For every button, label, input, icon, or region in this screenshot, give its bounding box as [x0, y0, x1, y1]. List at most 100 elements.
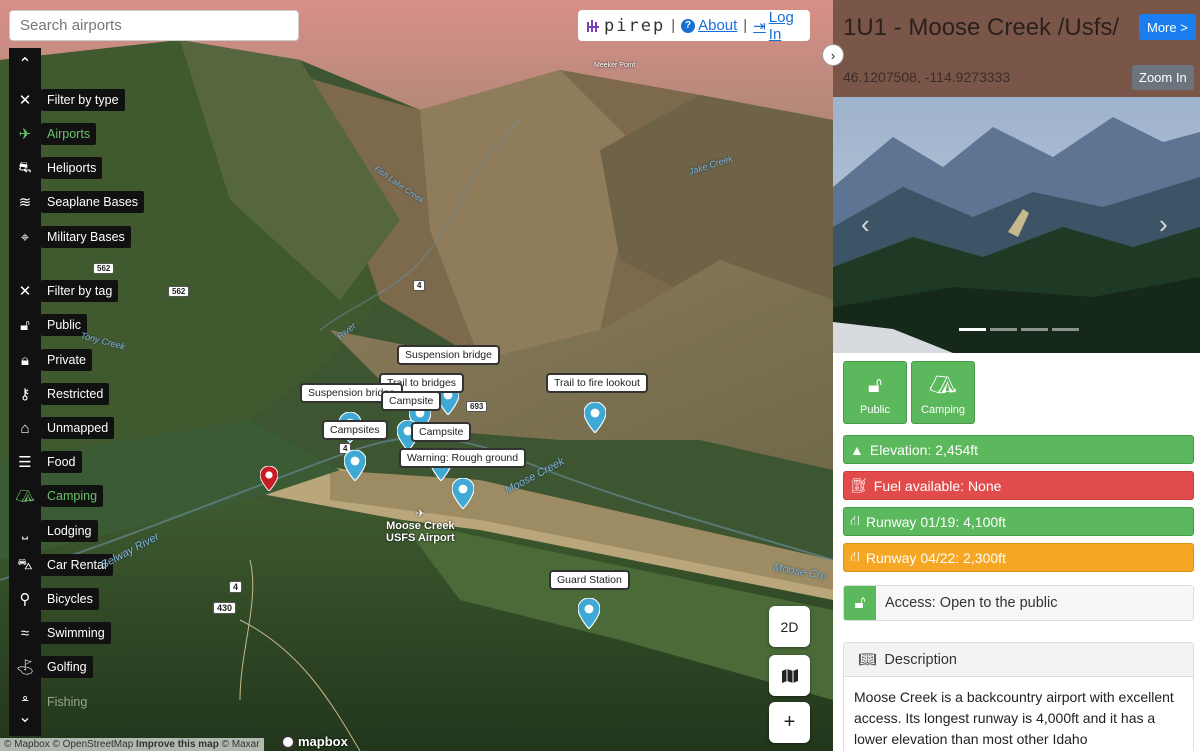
map-attribution: © Mapbox © OpenStreetMap Improve this ma… — [0, 738, 264, 751]
filter-military-bases[interactable]: ⌖ Military Bases — [9, 224, 131, 250]
view-mode-button[interactable]: 2D — [769, 606, 810, 647]
helicopter-icon: ⛐ — [18, 158, 32, 176]
filter-car-rental[interactable]: ⛍ Car Rental — [9, 552, 113, 578]
gas-pump-icon: ⛽︎ — [850, 477, 868, 493]
filter-food[interactable]: ☰ Food — [9, 449, 82, 475]
unlock-icon: 🔓︎ — [20, 316, 30, 334]
scroll-down-button[interactable]: ⌄ — [9, 701, 41, 733]
airport-label[interactable]: ✈ Moose Creek USFS Airport — [386, 508, 455, 544]
filter-private[interactable]: 🔒︎ Private — [9, 347, 92, 373]
map-style-button[interactable] — [769, 655, 810, 696]
chevron-up-icon: ⌃ — [18, 56, 32, 73]
zoom-in-button[interactable]: + — [769, 702, 810, 743]
tag-public[interactable]: 🔓︎ Public — [843, 361, 907, 424]
filter-swimming[interactable]: ≈ Swimming — [9, 620, 111, 646]
improve-map-link[interactable]: Improve this map — [136, 739, 219, 750]
map-marker-label[interactable]: Campsites — [322, 420, 388, 440]
panel-header: 1U1 - Moose Creek /Usfs/ More > 46.12075… — [833, 0, 1200, 97]
runway-stat: ⛙ Runway 04/22: 2,300ft — [843, 543, 1194, 572]
mountain-icon: ▲ — [850, 441, 864, 458]
runway-stat: ⛙ Runway 01/19: 4,100ft — [843, 507, 1194, 536]
filter-camping[interactable]: ⛺︎ Camping — [9, 483, 104, 509]
carousel-indicators[interactable] — [959, 328, 1079, 331]
airport-coordinates: 46.1207508, -114.9273333 — [843, 69, 1011, 85]
elevation-stat: ▲ Elevation: 2,454ft — [843, 435, 1194, 464]
filter-label: Fishing — [47, 695, 88, 709]
tag-label: Camping — [920, 404, 966, 416]
about-link[interactable]: ? About — [681, 17, 737, 34]
login-label: Log In — [768, 8, 794, 43]
map-marker-label[interactable]: Guard Station — [549, 570, 630, 590]
filter-bicycles[interactable]: ⚲ Bicycles — [9, 586, 99, 612]
brand-name: pirep — [604, 15, 666, 36]
road-icon: ⛙ — [850, 512, 860, 528]
description-title: Description — [884, 651, 957, 668]
mapbox-logo-text: mapbox — [298, 734, 348, 749]
access-info: 🔓︎ Access: Open to the public — [843, 585, 1194, 621]
zoom-in-airport-button[interactable]: Zoom In — [1132, 65, 1194, 90]
divider: | — [671, 17, 676, 34]
mapbox-logo[interactable]: mapbox — [281, 734, 348, 749]
map-pin-icon[interactable] — [583, 401, 607, 438]
golf-icon: ⛳︎ — [15, 659, 35, 676]
filter-label: Restricted — [41, 383, 110, 405]
bicycle-icon: ⚲ — [19, 591, 31, 608]
filter-label: Food — [41, 451, 82, 473]
attrib-mapbox[interactable]: © Mapbox — [4, 739, 50, 750]
indicator[interactable] — [959, 328, 986, 331]
filter-golfing[interactable]: ⛳︎ Golfing — [9, 654, 93, 680]
carousel-next-icon[interactable]: › — [1159, 209, 1168, 240]
filter-public[interactable]: 🔓︎ Public — [9, 312, 88, 338]
lock-icon: 🔒︎ — [21, 351, 29, 369]
airport-photo-carousel[interactable]: ‹ › — [833, 97, 1200, 353]
map-pin-icon[interactable] — [577, 597, 601, 634]
more-button[interactable]: More > — [1139, 14, 1196, 40]
road-shield: 562 — [168, 286, 190, 297]
description-header: 📖︎ Description — [844, 643, 1193, 677]
map-marker-label[interactable]: Trail to fire lookout — [546, 373, 648, 393]
map-marker-label[interactable]: Suspension bridge — [397, 345, 500, 365]
map-pin-icon[interactable] — [451, 477, 475, 514]
filter-seaplane-bases[interactable]: ≋ Seaplane Bases — [9, 189, 145, 215]
airport-photo — [833, 97, 1200, 353]
scroll-up-button[interactable]: ⌃ — [9, 48, 41, 80]
view-mode-label: 2D — [780, 618, 799, 635]
indicator[interactable] — [1021, 328, 1048, 331]
map-marker-label[interactable]: Campsite — [381, 391, 442, 411]
map-view[interactable]: pirep | ?About | ⇥Log In ⌃ ✕ Filter by ty… — [0, 0, 833, 751]
filter-restricted[interactable]: ⚷ Restricted — [9, 381, 110, 407]
filter-filter-by-tag[interactable]: ✕ Filter by tag — [9, 278, 119, 304]
book-icon: 📖︎ — [858, 652, 877, 668]
filter-lodging[interactable]: ⎵ Lodging — [9, 518, 98, 544]
attrib-osm[interactable]: © OpenStreetMap — [53, 739, 134, 750]
burger-icon: ☰ — [18, 454, 32, 471]
airplane-icon: ✈ — [415, 508, 425, 520]
filter-unmapped[interactable]: ⌂ Unmapped — [9, 415, 115, 441]
carousel-prev-icon[interactable]: ‹ — [861, 209, 870, 240]
pirep-logo[interactable]: pirep — [586, 16, 665, 36]
filter-label: Unmapped — [41, 417, 115, 439]
airport-title: 1U1 - Moose Creek /Usfs/ — [843, 14, 1120, 41]
map-pin-icon[interactable] — [259, 465, 279, 496]
mapbox-logo-icon — [281, 734, 295, 749]
login-link[interactable]: ⇥ Log In — [753, 9, 802, 43]
search-input[interactable] — [9, 10, 299, 41]
indicator[interactable] — [1052, 328, 1079, 331]
airport-tags: 🔓︎ Public ⛺︎ Camping — [843, 361, 975, 424]
tag-camping[interactable]: ⛺︎ Camping — [911, 361, 975, 424]
filter-airports[interactable]: ✈ Airports — [9, 121, 97, 147]
filter-label: Airports — [41, 123, 97, 145]
indicator[interactable] — [990, 328, 1017, 331]
map-marker-label[interactable]: Warning: Rough ground — [399, 448, 527, 468]
description-card: 📖︎ Description Moose Creek is a backcount… — [843, 642, 1194, 751]
pirep-logo-icon — [587, 19, 599, 32]
filter-filter-by-type[interactable]: ✕ Filter by type — [9, 87, 125, 113]
map-marker-label[interactable]: Campsite — [411, 422, 472, 442]
filter-label: Golfing — [41, 656, 93, 678]
tent-icon: ⛺︎ — [929, 372, 957, 397]
road-shield: 4 — [229, 581, 243, 593]
collapse-panel-button[interactable]: › — [822, 44, 844, 66]
filter-heliports[interactable]: ⛐ Heliports — [9, 155, 103, 181]
attrib-maxar[interactable]: © Maxar — [222, 739, 260, 750]
map-pin-icon[interactable] — [343, 449, 367, 486]
